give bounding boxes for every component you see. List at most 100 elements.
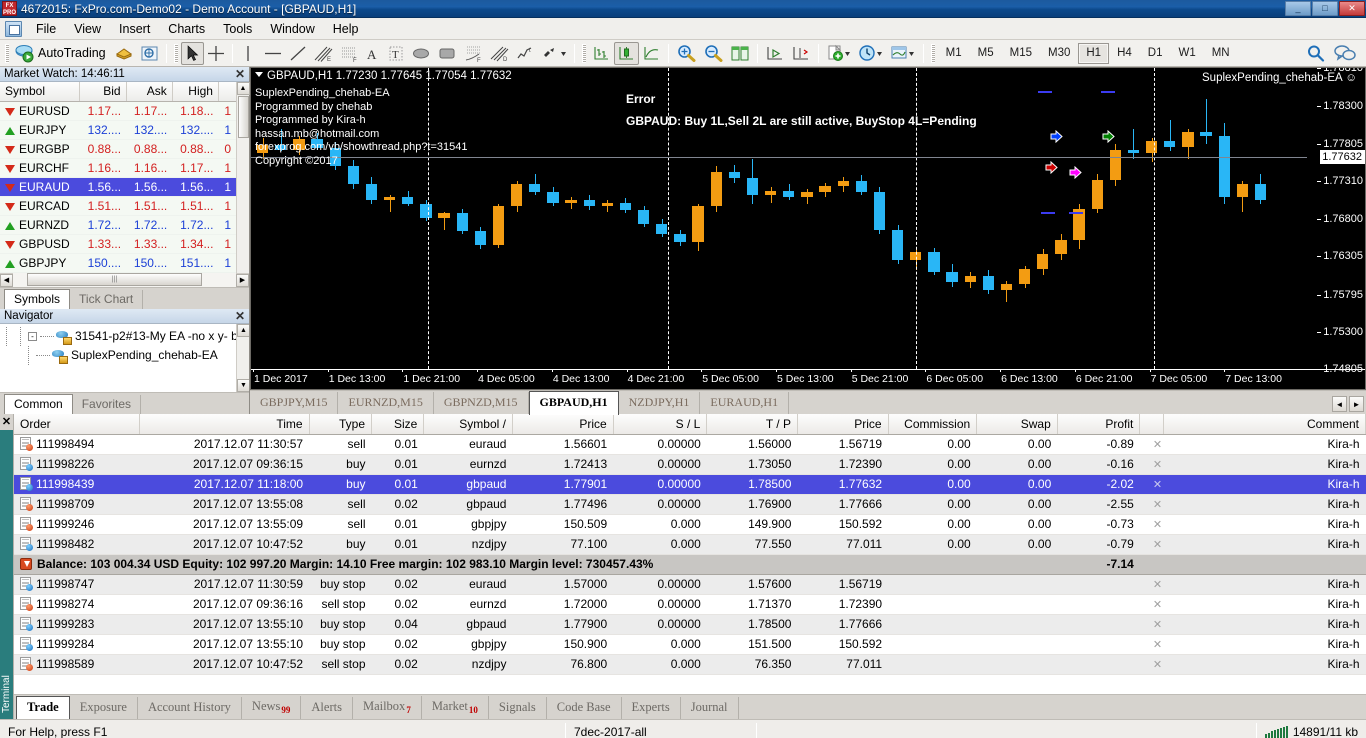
templates-icon[interactable] <box>887 42 919 65</box>
close-order-cell[interactable]: ✕ <box>1140 454 1164 474</box>
mw-symbol-cell[interactable]: EURGBP <box>0 139 80 158</box>
mw-col-low[interactable] <box>218 82 236 101</box>
toolbar-grip-4[interactable] <box>931 44 935 63</box>
text-label-icon[interactable]: A <box>362 42 385 65</box>
period-clock-icon[interactable] <box>855 42 887 65</box>
mw-symbol-cell[interactable]: EURAUD <box>0 177 80 196</box>
close-order-cell[interactable]: ✕ <box>1140 634 1164 654</box>
line-chart-icon[interactable] <box>639 42 664 65</box>
mw-symbol-cell[interactable]: GBPUSD <box>0 234 80 253</box>
chart-window[interactable]: GBPAUD,H1 1.77230 1.77645 1.77054 1.7763… <box>250 67 1366 390</box>
timeframe-h4[interactable]: H4 <box>1109 43 1140 64</box>
rectangle-icon[interactable] <box>434 42 460 65</box>
close-order-icon[interactable]: ✕ <box>1153 459 1162 471</box>
price-axis[interactable]: 1.788101.783001.778051.773101.768001.763… <box>1307 68 1365 389</box>
timeframe-mn[interactable]: MN <box>1204 43 1238 64</box>
table-row[interactable]: 1119987092017.12.07 13:55:08sell0.02gbpa… <box>14 494 1366 514</box>
close-order-cell[interactable]: ✕ <box>1140 614 1164 634</box>
close-order-icon[interactable]: ✕ <box>1153 439 1162 451</box>
terminal-tab-news[interactable]: News99 <box>242 696 301 719</box>
terminal-tab-journal[interactable]: Journal <box>681 697 739 719</box>
timeframe-m15[interactable]: M15 <box>1002 43 1040 64</box>
scroll-up-icon[interactable]: ▲ <box>237 82 250 95</box>
terminal-tab-mailbox[interactable]: Mailbox7 <box>353 696 422 719</box>
zoom-out-icon[interactable] <box>700 42 727 65</box>
menu-tools[interactable]: Tools <box>214 19 261 39</box>
trendline-icon[interactable] <box>286 42 310 65</box>
market-watch-close-icon[interactable]: ✕ <box>235 67 245 81</box>
timeframe-m30[interactable]: M30 <box>1040 43 1078 64</box>
chart-tab-nzdjpy-h1[interactable]: NZDJPY,H1 <box>619 392 701 414</box>
close-order-icon[interactable]: ✕ <box>1153 619 1162 631</box>
scroll-thumb[interactable] <box>238 96 249 138</box>
minimize-button[interactable]: _ <box>1285 1 1311 16</box>
timeframe-h1[interactable]: H1 <box>1078 43 1109 64</box>
col-sl[interactable]: S / L <box>613 414 707 434</box>
chart-tab-gbpjpy-m15[interactable]: GBPJPY,M15 <box>250 392 338 414</box>
terminal-tab-exposure[interactable]: Exposure <box>70 697 138 719</box>
market-watch-row[interactable]: EURCAD1.51...1.51...1.51...1 <box>0 196 236 215</box>
auto-scroll-icon[interactable] <box>762 42 788 65</box>
col-profit[interactable]: Profit <box>1057 414 1140 434</box>
window-controls[interactable]: _ □ ✕ <box>1285 1 1365 16</box>
market-watch-row[interactable]: EURAUD1.56...1.56...1.56...1 <box>0 177 236 196</box>
timeframe-m5[interactable]: M5 <box>970 43 1002 64</box>
buy-order-arrow-icon[interactable] <box>1050 130 1063 143</box>
terminal-tab-alerts[interactable]: Alerts <box>301 697 353 719</box>
candlestick-chart-icon[interactable] <box>614 42 639 65</box>
close-order-icon[interactable]: ✕ <box>1153 599 1162 611</box>
terminal-tab-market[interactable]: Market10 <box>422 696 489 719</box>
table-row[interactable]: 1119982262017.12.07 09:36:15buy0.01eurnz… <box>14 454 1366 474</box>
market-watch-row[interactable]: EURNZD1.72...1.72...1.72...1 <box>0 215 236 234</box>
close-order-cell[interactable]: ✕ <box>1140 494 1164 514</box>
toolbar-grip-2[interactable] <box>174 44 178 63</box>
col-tp[interactable]: T / P <box>707 414 798 434</box>
mw-symbol-cell[interactable]: EURUSD <box>0 101 80 120</box>
close-order-cell[interactable]: ✕ <box>1140 574 1164 594</box>
table-row[interactable]: 1119984942017.12.07 11:30:57sell0.01eura… <box>14 434 1366 454</box>
table-row[interactable]: 1119992842017.12.07 13:55:10buy stop0.02… <box>14 634 1366 654</box>
market-watch-row[interactable]: EURGBP0.88...0.88...0.88...0 <box>0 139 236 158</box>
navigator-item-suplexpending[interactable]: SuplexPending_chehab-EA <box>0 346 249 365</box>
bar-chart-icon[interactable] <box>589 42 614 65</box>
menu-help[interactable]: Help <box>324 19 368 39</box>
nav-scroll-down-icon[interactable]: ▼ <box>237 379 249 392</box>
tile-windows-icon[interactable] <box>727 42 753 65</box>
sell-order-arrow-icon[interactable] <box>1045 161 1058 174</box>
navigator-item-my-ea[interactable]: - 31541-p2#13-My EA -no x y- b <box>0 327 249 346</box>
expander-icon[interactable]: - <box>28 332 37 341</box>
mw-col-bid[interactable]: Bid <box>80 82 126 101</box>
tab-tick-chart[interactable]: Tick Chart <box>70 290 143 309</box>
hscroll-left-icon[interactable]: ◀ <box>0 274 13 287</box>
hscroll-thumb[interactable]: ||| <box>27 273 202 286</box>
ellipse-icon[interactable] <box>408 42 434 65</box>
chart-tab-eurnzd-m15[interactable]: EURNZD,M15 <box>338 392 433 414</box>
table-row[interactable]: 1119984392017.12.07 11:18:00buy0.01gbpau… <box>14 474 1366 494</box>
mw-symbol-cell[interactable]: GBPJPY <box>0 253 80 272</box>
col-type[interactable]: Type <box>309 414 371 434</box>
table-row[interactable]: 1119982742017.12.07 09:36:16sell stop0.0… <box>14 594 1366 614</box>
equidistant-channel-icon[interactable]: E <box>310 42 336 65</box>
mw-col-high[interactable]: High <box>172 82 218 101</box>
market-watch-row[interactable]: EURJPY132....132....132....1 <box>0 120 236 139</box>
close-order-icon[interactable]: ✕ <box>1153 579 1162 591</box>
terminal-tab-trade[interactable]: Trade <box>16 696 70 719</box>
terminal-tab-account-history[interactable]: Account History <box>138 697 242 719</box>
navigator-scrollbar[interactable]: ▲ ▼ <box>236 324 249 393</box>
chart-tab-prev-icon[interactable]: ◄ <box>1332 396 1347 412</box>
menu-view[interactable]: View <box>65 19 110 39</box>
expert-advisors-icon[interactable] <box>112 42 137 65</box>
terminal-tab-signals[interactable]: Signals <box>489 697 547 719</box>
timeframe-d1[interactable]: D1 <box>1140 43 1171 64</box>
toolbar-grip[interactable] <box>5 44 9 63</box>
buystop-order-arrow-icon[interactable] <box>1102 130 1115 143</box>
menu-insert[interactable]: Insert <box>110 19 159 39</box>
close-order-icon[interactable]: ✕ <box>1153 499 1162 511</box>
fibonacci-retracement-icon[interactable]: F <box>336 42 362 65</box>
table-row[interactable]: 1119984822017.12.07 10:47:52buy0.01nzdjp… <box>14 534 1366 554</box>
close-order-cell[interactable]: ✕ <box>1140 474 1164 494</box>
vertical-line-icon[interactable] <box>237 42 260 65</box>
tab-common[interactable]: Common <box>4 394 73 415</box>
nav-scroll-up-icon[interactable]: ▲ <box>237 324 249 337</box>
menu-file[interactable]: File <box>27 19 65 39</box>
